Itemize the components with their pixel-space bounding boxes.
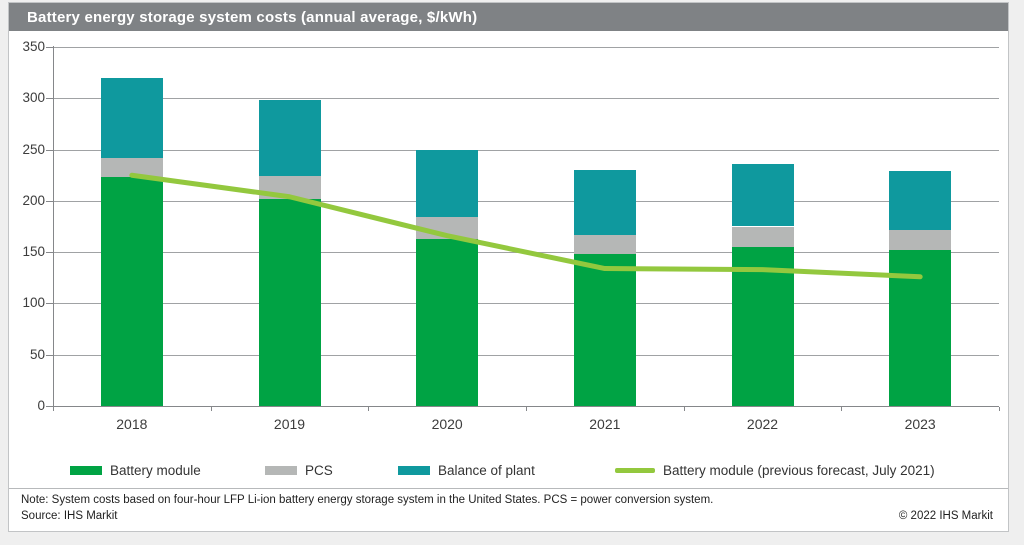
source-label: Source: IHS Markit bbox=[21, 510, 118, 522]
legend-label-balance-of-plant: Balance of plant bbox=[438, 463, 535, 478]
footnote: Note: System costs based on four-hour LF… bbox=[21, 494, 808, 506]
legend-label-battery-module-previous-forecast-july-2021: Battery module (previous forecast, July … bbox=[663, 463, 935, 478]
legend-swatch-battery-module-previous-forecast-july-2021 bbox=[615, 468, 655, 473]
legend-item-battery-module: Battery module bbox=[70, 461, 201, 479]
legend-label-battery-module: Battery module bbox=[110, 463, 201, 478]
legend-label-pcs: PCS bbox=[305, 463, 333, 478]
chart-card: Battery energy storage system costs (ann… bbox=[8, 2, 1009, 532]
legend-swatch-balance-of-plant bbox=[398, 466, 430, 475]
legend-item-balance-of-plant: Balance of plant bbox=[398, 461, 535, 479]
legend-item-pcs: PCS bbox=[265, 461, 333, 479]
footer-separator bbox=[9, 488, 1008, 489]
legend-swatch-pcs bbox=[265, 466, 297, 475]
legend-swatch-battery-module bbox=[70, 466, 102, 475]
copyright-label: © 2022 IHS Markit bbox=[899, 510, 993, 522]
chart-legend: Battery modulePCSBalance of plantBattery… bbox=[9, 3, 1008, 531]
legend-item-battery-module-previous-forecast-july-2021: Battery module (previous forecast, July … bbox=[615, 461, 935, 479]
